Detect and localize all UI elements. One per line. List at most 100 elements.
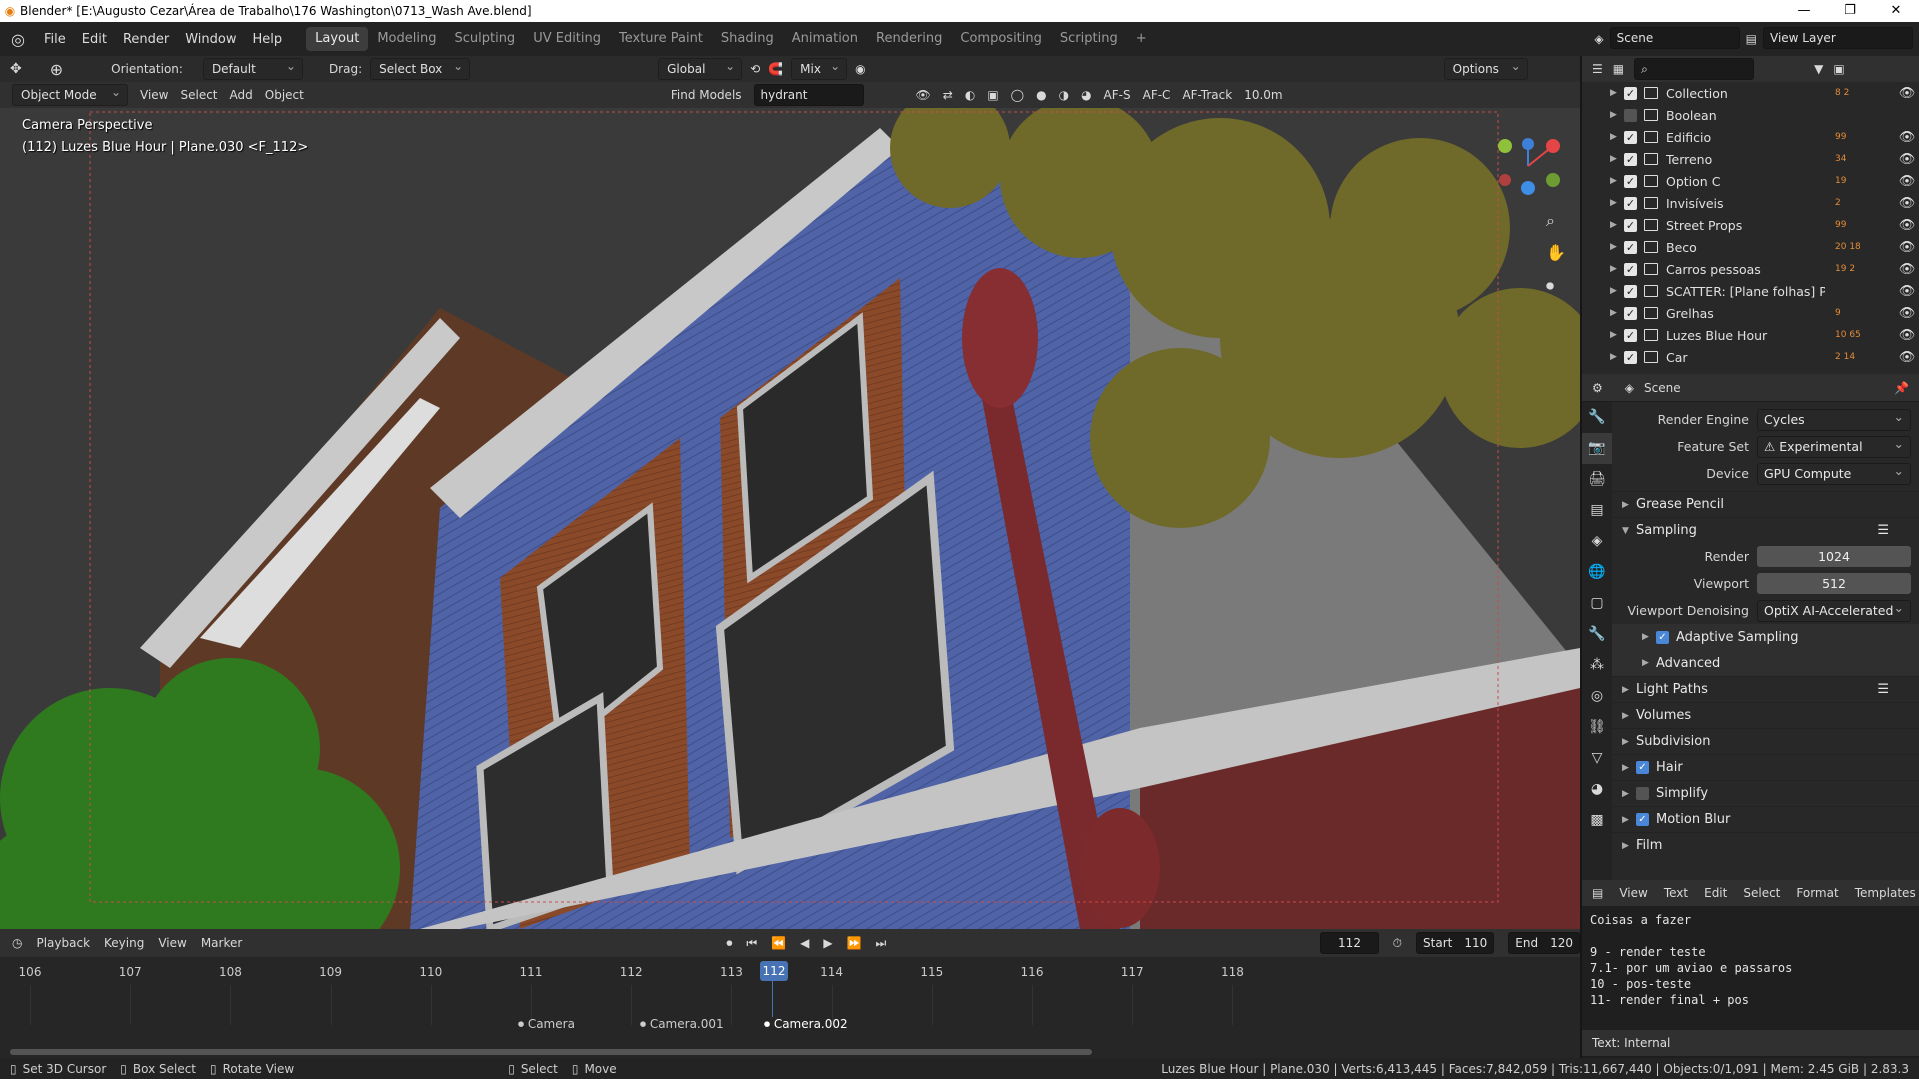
tab-shading[interactable]: Shading bbox=[712, 27, 783, 51]
outliner-editor-icon[interactable]: ☰ bbox=[1592, 62, 1603, 76]
find-models-button[interactable]: Find Models bbox=[671, 88, 742, 102]
camera-view-icon[interactable]: ⏺ bbox=[1546, 276, 1554, 296]
light-paths-panel[interactable]: ▶ Light Paths ☰ bbox=[1612, 676, 1919, 702]
keying-menu[interactable]: Keying bbox=[104, 936, 144, 950]
hair-panel[interactable]: ▶ ✓ Hair bbox=[1612, 754, 1919, 780]
start-frame-field[interactable]: Start 110 bbox=[1416, 932, 1495, 954]
volumes-panel[interactable]: ▶ Volumes bbox=[1612, 702, 1919, 728]
expand-arrow-icon[interactable]: ▶ bbox=[1610, 198, 1624, 208]
afs-button[interactable]: AF-S bbox=[1104, 88, 1131, 102]
hair-checkbox[interactable]: ✓ bbox=[1636, 761, 1649, 774]
scene-field[interactable]: Scene bbox=[1609, 27, 1740, 49]
expand-arrow-icon[interactable]: ▶ bbox=[1610, 264, 1624, 274]
eye-icon[interactable]: 👁 bbox=[1895, 174, 1919, 189]
close-button[interactable]: ✕ bbox=[1873, 0, 1919, 22]
render-engine-dropdown[interactable]: Cycles bbox=[1757, 407, 1911, 431]
move-icon[interactable]: ⊕ bbox=[50, 60, 63, 79]
menu-help[interactable]: Help bbox=[245, 32, 291, 47]
zoom-icon[interactable]: ⌕ bbox=[1546, 211, 1555, 231]
object-menu[interactable]: Object bbox=[265, 88, 304, 102]
view-menu[interactable]: View bbox=[140, 88, 168, 102]
timeline-scrollbar[interactable] bbox=[10, 1049, 1092, 1055]
expand-arrow-icon[interactable]: ▶ bbox=[1610, 110, 1624, 120]
hydrant-search-input[interactable]: hydrant bbox=[753, 84, 864, 106]
play-icon[interactable]: ▶ bbox=[823, 936, 832, 950]
object-mode-dropdown[interactable]: Object Mode bbox=[12, 82, 128, 106]
text-edit-menu[interactable]: Edit bbox=[1704, 886, 1727, 900]
eye-icon[interactable]: 👁 bbox=[1895, 196, 1919, 211]
xray-icon[interactable]: ▣ bbox=[987, 88, 998, 102]
physics-tab-icon[interactable]: ◎ bbox=[1582, 681, 1612, 712]
advanced-panel[interactable]: ▶ Advanced bbox=[1612, 650, 1919, 676]
scene-tab-icon[interactable]: ◈ bbox=[1582, 526, 1612, 557]
record-icon[interactable]: ⏺ bbox=[726, 936, 732, 951]
tool-tab-icon[interactable]: 🔧 bbox=[1582, 402, 1612, 433]
material-tab-icon[interactable]: ◕ bbox=[1582, 774, 1612, 805]
expand-arrow-icon[interactable]: ▶ bbox=[1610, 154, 1624, 164]
exclude-checkbox[interactable]: ✓ bbox=[1624, 284, 1637, 298]
prev-key-icon[interactable]: ⏪ bbox=[771, 936, 786, 950]
tab-compositing[interactable]: Compositing bbox=[951, 27, 1051, 51]
adaptive-sampling-panel[interactable]: ▶ ✓ Adaptive Sampling bbox=[1612, 624, 1919, 650]
outliner-row[interactable]: ▶ ✓ Luzes Blue Hour 10 65 👁 bbox=[1582, 324, 1919, 346]
eye-icon[interactable]: 👁 bbox=[1895, 350, 1919, 365]
visibility-icon[interactable]: 👁 bbox=[916, 88, 931, 102]
render-tab-icon[interactable]: 📷 bbox=[1582, 433, 1612, 464]
maximize-button[interactable]: ❐ bbox=[1827, 0, 1873, 22]
expand-arrow-icon[interactable]: ▶ bbox=[1610, 88, 1624, 98]
options-dropdown[interactable]: Options bbox=[1443, 56, 1528, 80]
next-key-icon[interactable]: ⏩ bbox=[847, 936, 862, 950]
exclude-checkbox[interactable]: ✓ bbox=[1624, 218, 1637, 232]
outliner-row[interactable]: ▶✓ SCATTER: [Plane folhas] Particles 👁 bbox=[1582, 280, 1919, 302]
text-text-menu[interactable]: Text bbox=[1664, 886, 1688, 900]
outliner-row[interactable]: ▶ ✓ Street Props 99 👁 bbox=[1582, 214, 1919, 236]
eye-icon[interactable]: 👁 bbox=[1895, 152, 1919, 167]
menu-window[interactable]: Window bbox=[177, 32, 244, 47]
sampling-panel[interactable]: ▼ Sampling ☰ bbox=[1612, 517, 1919, 543]
camera-marker-3[interactable]: ⏺ Camera.002 bbox=[764, 1017, 848, 1032]
exclude-checkbox[interactable]: ✓ bbox=[1624, 262, 1637, 276]
eye-icon[interactable]: 👁 bbox=[1895, 306, 1919, 321]
snap-icon[interactable]: 🧲 bbox=[768, 62, 783, 76]
outliner-row[interactable]: ▶ ✓ Grelhas 9 👁 bbox=[1582, 302, 1919, 324]
eye-icon[interactable]: 👁 bbox=[1895, 130, 1919, 145]
drag-dropdown[interactable]: Select Box bbox=[370, 56, 471, 80]
simplify-checkbox[interactable] bbox=[1636, 787, 1649, 800]
tool-icon[interactable]: ✥ bbox=[10, 61, 22, 77]
overlay-icon[interactable]: ◐ bbox=[965, 88, 975, 102]
text-view-menu[interactable]: View bbox=[1619, 886, 1647, 900]
display-mode-icon[interactable]: ▦ bbox=[1613, 62, 1624, 76]
play-reverse-icon[interactable]: ◀ bbox=[800, 936, 809, 950]
text-select-menu[interactable]: Select bbox=[1743, 886, 1780, 900]
device-dropdown[interactable]: GPU Compute bbox=[1757, 461, 1911, 485]
minimize-button[interactable]: — bbox=[1781, 0, 1827, 22]
feature-set-dropdown[interactable]: ⚠ Experimental bbox=[1757, 434, 1911, 458]
proportional-mix-dropdown[interactable]: Mix bbox=[791, 56, 848, 80]
aftrack-button[interactable]: AF-Track bbox=[1182, 88, 1232, 102]
marker-menu[interactable]: Marker bbox=[201, 936, 242, 950]
shading-rendered-icon[interactable]: ◕ bbox=[1081, 88, 1091, 102]
transform-orientation-dropdown[interactable]: Global bbox=[658, 56, 743, 80]
eye-icon[interactable]: 👁 bbox=[1895, 240, 1919, 255]
new-collection-icon[interactable]: ▣ bbox=[1833, 62, 1844, 76]
shading-wire-icon[interactable]: ◯ bbox=[1011, 88, 1024, 102]
pivot-icon[interactable]: ⟲ bbox=[750, 62, 760, 76]
add-menu[interactable]: Add bbox=[230, 88, 253, 102]
exclude-checkbox[interactable]: ✓ bbox=[1624, 350, 1637, 364]
jump-start-icon[interactable]: ⏮ bbox=[746, 936, 757, 951]
tab-animation[interactable]: Animation bbox=[783, 27, 867, 51]
text-templates-menu[interactable]: Templates bbox=[1855, 886, 1916, 900]
world-tab-icon[interactable]: 🌐 bbox=[1582, 557, 1612, 588]
outliner[interactable]: ▶ ✓ Collection 8 2 👁 ▶ Boolean ▶ ✓ Edificio 99 👁 ▶ ✓ T… bbox=[1582, 82, 1919, 374]
outliner-row[interactable]: ▶ ✓ Beco 20 18 👁 bbox=[1582, 236, 1919, 258]
outliner-row[interactable]: ▶ ✓ Car 2 14 👁 bbox=[1582, 346, 1919, 368]
render-samples-field[interactable]: 1024 bbox=[1757, 546, 1911, 567]
simplify-panel[interactable]: ▶ Simplify bbox=[1612, 780, 1919, 806]
scene-icon[interactable]: ◈ bbox=[1594, 27, 1603, 51]
texture-tab-icon[interactable]: ▩ bbox=[1582, 805, 1612, 836]
shading-material-icon[interactable]: ◑ bbox=[1059, 88, 1069, 102]
camera-marker-2[interactable]: ⏺ Camera.001 bbox=[640, 1017, 724, 1032]
outliner-row[interactable]: ▶ Boolean bbox=[1582, 104, 1919, 126]
menu-render[interactable]: Render bbox=[115, 32, 177, 47]
eye-icon[interactable]: 👁 bbox=[1895, 218, 1919, 233]
